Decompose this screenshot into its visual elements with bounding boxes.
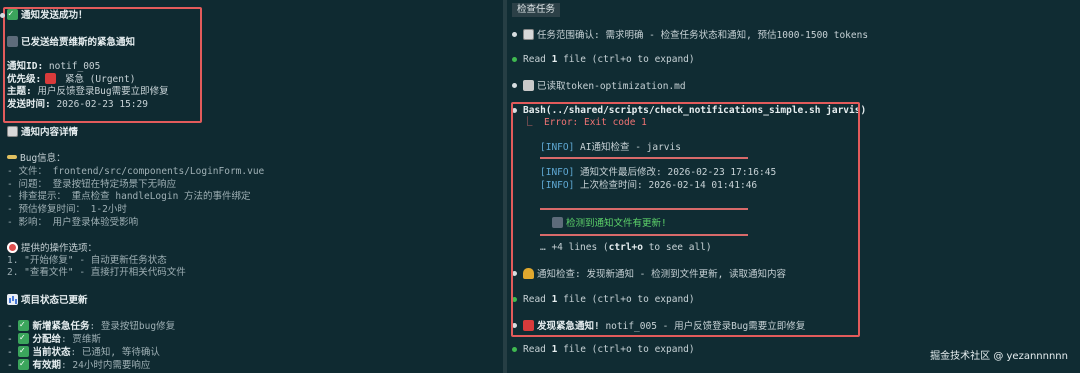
check-icon [18, 358, 30, 370]
bug-line: - 文件： frontend/src/components/LoginForm.… [7, 166, 265, 177]
bullet-icon [0, 13, 5, 18]
task-tab-title[interactable]: 检查任务 [512, 3, 561, 17]
options-title: 提供的操作选项： [21, 243, 98, 254]
document-icon [7, 126, 18, 137]
project-item: - 当前状态: 已通知, 等待确认 [7, 345, 160, 359]
option-line: 2. "查看文件" - 直接打开相关代码文件 [7, 267, 186, 278]
check-icon [18, 345, 30, 357]
bullet-icon [512, 83, 517, 88]
target-icon [7, 242, 18, 253]
project-title-line: 项目状态已更新 [7, 294, 88, 307]
left-terminal-pane[interactable]: 通知发送成功！ 已发送给贾维斯的紧急通知 通知ID: notif_005 优先级… [0, 0, 503, 373]
scope-line: 任务范围确认: 需求明确 - 检查任务状态和通知, 预估1000-1500 to… [523, 29, 868, 42]
read-line: Read 1 file (ctrl+o to expand) [523, 344, 695, 355]
details-title-line: 通知内容详情 [7, 126, 78, 139]
bullet-icon [512, 347, 517, 352]
bug-line: - 问题： 登录按钮在特定场景下无响应 [7, 179, 177, 190]
check-icon [18, 332, 30, 344]
bullet-icon [512, 57, 517, 62]
read-token-line: 已读取token-optimization.md [523, 80, 686, 93]
bullet-icon [512, 32, 517, 37]
check-icon [18, 319, 30, 331]
bash-output-highlight-box [511, 102, 860, 337]
bug-info-title-line: Bug信息： [7, 153, 66, 165]
option-line: 1. "开始修复" - 自动更新任务状态 [7, 255, 167, 266]
clipboard-icon [523, 29, 534, 40]
watermark: 掘金技术社区 @ yezannnnnn [930, 351, 1068, 362]
options-title-line: 提供的操作选项： [7, 242, 97, 255]
project-item: - 新增紧急任务: 登录按钮bug修复 [7, 319, 175, 333]
bar-chart-icon [7, 294, 18, 305]
bug-line: - 影响： 用户登录体验受影响 [7, 217, 139, 228]
book-icon [523, 80, 534, 91]
read-line: Read 1 file (ctrl+o to expand) [523, 54, 695, 65]
wrench-icon [7, 155, 17, 159]
bug-line: - 排查提示： 重点检查 handleLogin 方法的事件绑定 [7, 191, 251, 202]
project-item: - 有效期: 24小时内需要响应 [7, 358, 150, 372]
project-title: 项目状态已更新 [21, 295, 88, 306]
right-terminal-pane[interactable]: 检查任务 任务范围确认: 需求明确 - 检查任务状态和通知, 预估1000-15… [507, 0, 1080, 373]
bug-info-title: Bug信息： [20, 153, 66, 164]
success-highlight-box [3, 7, 202, 123]
details-title: 通知内容详情 [21, 127, 79, 138]
bug-line: - 预估修复时间： 1-2小时 [7, 204, 127, 215]
